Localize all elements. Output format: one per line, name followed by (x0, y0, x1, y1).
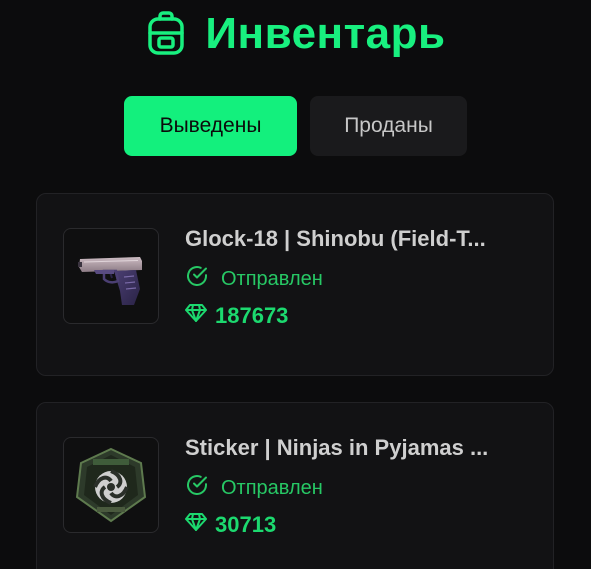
tab-withdrawn[interactable]: Выведены (124, 96, 297, 156)
item-title: Sticker | Ninjas in Pyjamas ... (185, 435, 489, 460)
tab-bar: Выведены Проданы (124, 96, 467, 156)
inventory-item-card[interactable]: Glock-18 | Shinobu (Field-T... Отправлен… (36, 193, 554, 376)
item-thumbnail (63, 228, 159, 324)
item-title: Glock-18 | Shinobu (Field-T... (185, 226, 486, 251)
pistol-image (78, 257, 142, 305)
sticker-image (75, 447, 147, 523)
price-value: 187673 (215, 303, 289, 328)
price-value: 30713 (215, 512, 277, 537)
inventory-page: Инвентарь Выведены Проданы Glock-18 | Sh… (0, 0, 591, 569)
inventory-item-card[interactable]: Sticker | Ninjas in Pyjamas ... Отправле… (36, 402, 554, 569)
item-price: 30713 (185, 512, 276, 538)
status-label: Отправлен (221, 476, 323, 499)
tab-sold[interactable]: Проданы (310, 96, 467, 156)
item-thumbnail (63, 437, 159, 533)
page-header: Инвентарь (0, 6, 591, 62)
item-price: 187673 (185, 303, 288, 329)
status-label: Отправлен (221, 267, 323, 290)
item-status: Отправлен (185, 264, 323, 294)
backpack-icon (145, 10, 187, 58)
check-circle-icon (185, 473, 209, 503)
diamond-icon (185, 512, 207, 538)
diamond-icon (185, 303, 207, 329)
check-circle-icon (185, 264, 209, 294)
item-status: Отправлен (185, 473, 323, 503)
page-title: Инвентарь (205, 9, 446, 58)
